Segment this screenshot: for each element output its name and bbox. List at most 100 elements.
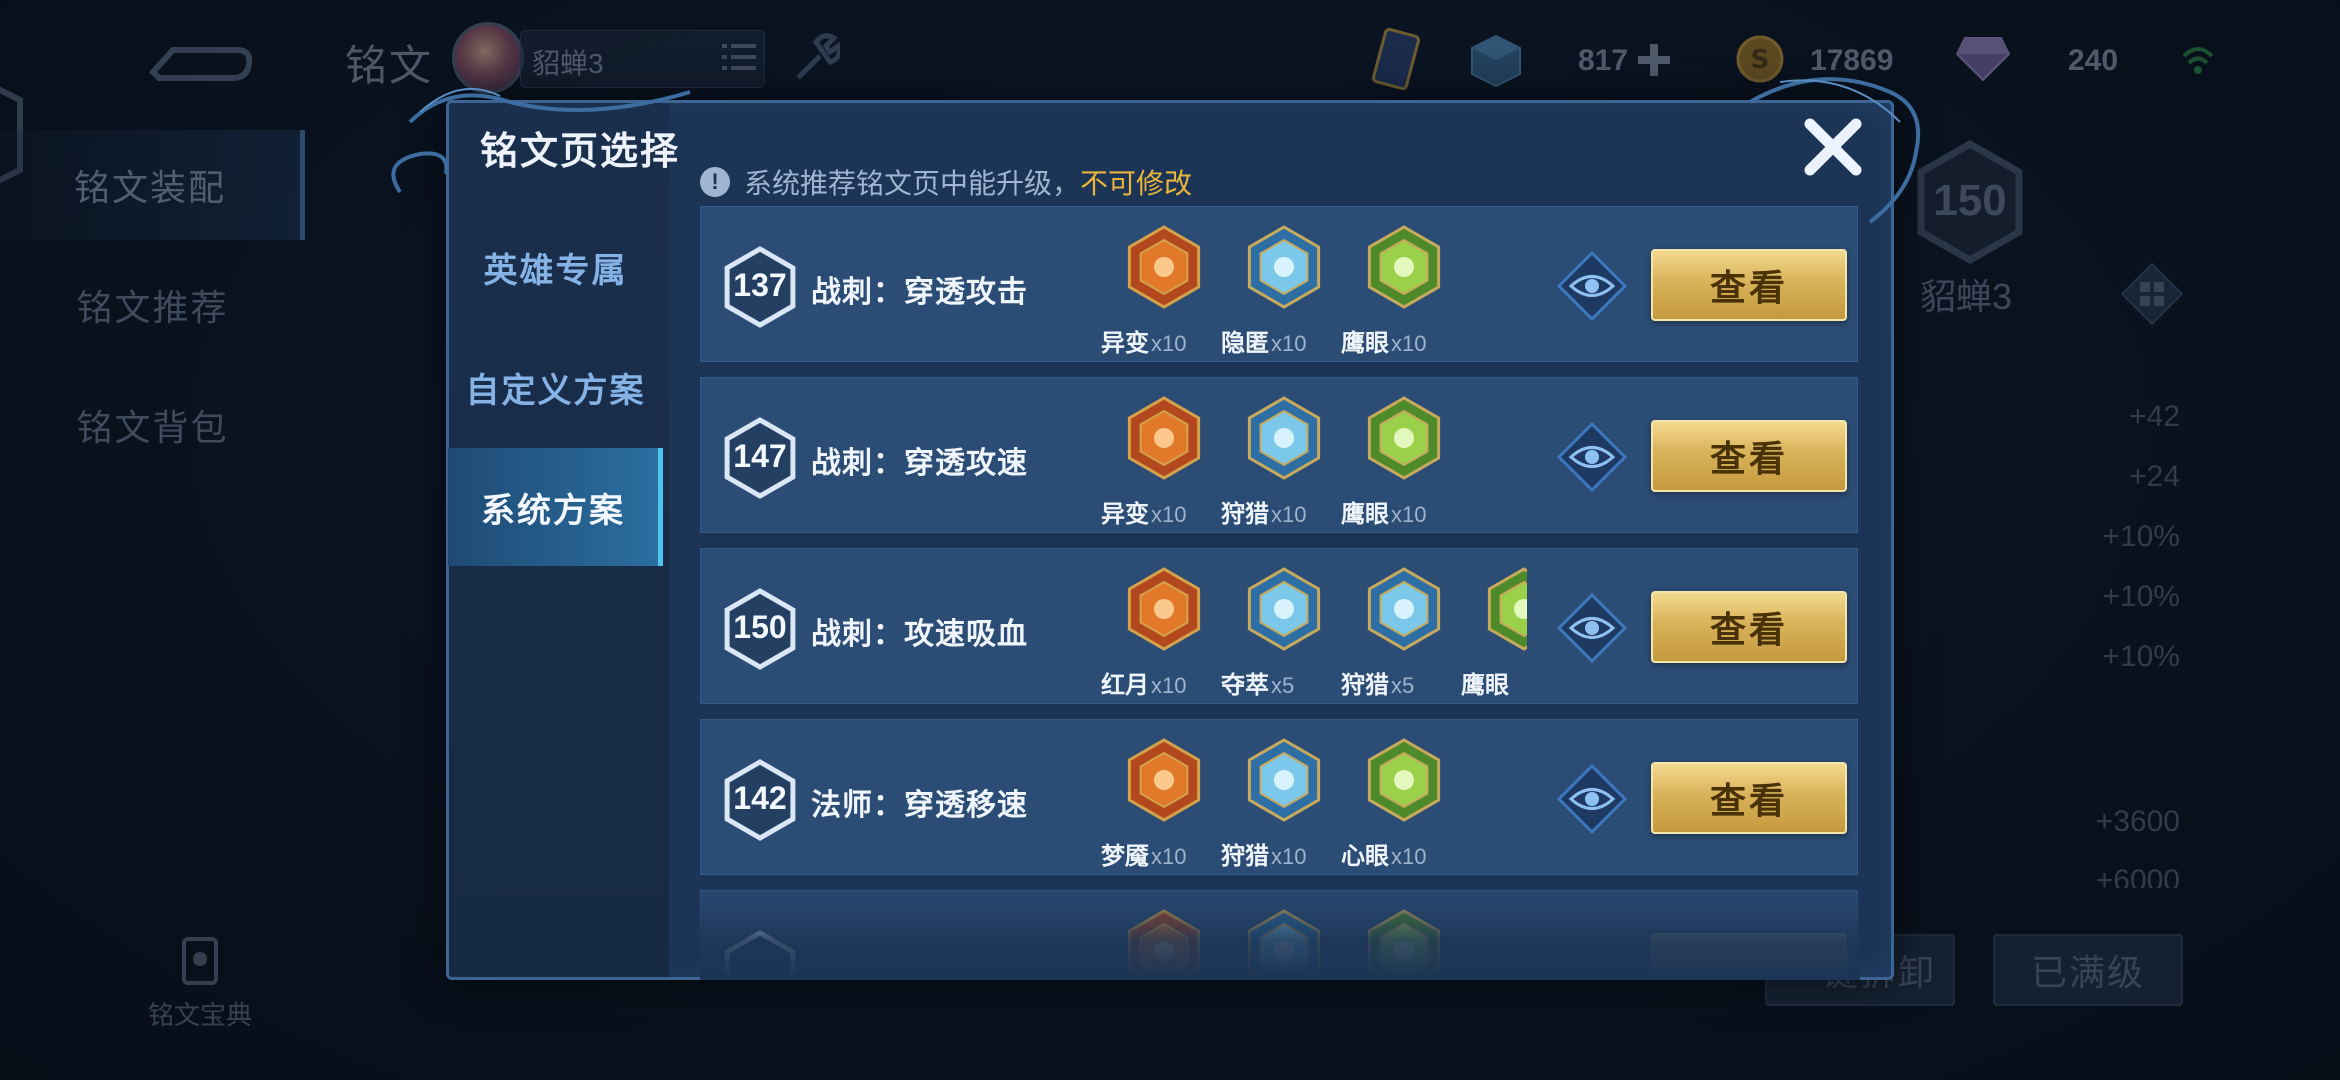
rune-slot <box>1221 901 1341 974</box>
rune-name: 狩猎 <box>1221 501 1269 528</box>
cube-icon <box>1471 34 1521 88</box>
list-icon[interactable] <box>722 42 756 72</box>
rune-count: x10 <box>1271 502 1307 527</box>
codex-button[interactable]: 铭文宝典 <box>135 935 265 1032</box>
notice-warning: 不可修改 <box>1080 168 1193 199</box>
back-icon[interactable] <box>145 28 255 88</box>
rune-label: 狩猎x5 <box>1341 665 1471 700</box>
codex-label: 铭文宝典 <box>147 1000 252 1030</box>
hero-avatar[interactable] <box>452 22 524 94</box>
rune-label: 异变x10 <box>1101 323 1231 358</box>
rune-name: 异变 <box>1101 501 1149 528</box>
page-name: 战刺：穿透攻速 <box>811 447 1028 480</box>
rune-name: 心眼 <box>1341 843 1389 870</box>
rune-page-row[interactable]: 147 战刺：穿透攻速 异变x10 狩猎x10 鹰眼x10 查看 <box>700 377 1858 533</box>
svg-text:S: S <box>1751 45 1770 75</box>
view-button[interactable] <box>1651 933 1847 974</box>
stat-value: +3600 <box>2095 805 2180 838</box>
rune-slot: 梦魇x10 <box>1101 730 1221 870</box>
coin-icon: S <box>1736 35 1784 83</box>
rune-slot: 鹰眼 <box>1461 559 1527 699</box>
currency-value: 817 <box>1578 44 1629 77</box>
sidebar-item-recommend[interactable]: 铭文推荐 <box>0 250 305 360</box>
tab-custom-plan[interactable]: 自定义方案 <box>448 328 663 446</box>
close-icon[interactable] <box>1798 112 1868 182</box>
page-level: 150 <box>733 609 787 645</box>
rune-count: x10 <box>1391 844 1427 869</box>
rune-count: x5 <box>1391 673 1415 698</box>
view-button[interactable]: 查看 <box>1651 249 1847 321</box>
rune-name: 狩猎 <box>1221 843 1269 870</box>
rune-label: 异变x10 <box>1101 494 1231 529</box>
page-title: 铭文 <box>345 42 434 89</box>
rune-count: x5 <box>1271 673 1295 698</box>
page-level: 137 <box>733 267 787 303</box>
info-icon: ! <box>700 167 730 197</box>
view-button[interactable]: 查看 <box>1651 762 1847 834</box>
rune-slot: 隐匿x10 <box>1221 217 1341 357</box>
total-level: 150 <box>1933 176 2007 225</box>
rune-label: 狩猎x10 <box>1221 494 1351 529</box>
wrench-icon[interactable] <box>790 30 840 86</box>
modal-title: 铭文页选择 <box>480 131 681 173</box>
rune-blue-icon <box>1247 738 1321 822</box>
sidebar-item-equip[interactable]: 铭文装配 <box>0 130 305 240</box>
rune-red-icon <box>1127 567 1201 651</box>
ticket-icon[interactable] <box>1365 26 1427 94</box>
stat-value: +42 <box>2129 400 2180 433</box>
page-name: 法师：穿透移速 <box>811 789 1028 822</box>
rune-name: 夺萃 <box>1221 672 1269 699</box>
rune-red-icon <box>1127 738 1201 822</box>
rune-name: 隐匿 <box>1221 330 1269 357</box>
rune-name: 鹰眼 <box>1461 672 1509 699</box>
page-level: 142 <box>733 780 787 816</box>
rune-slot: 鹰眼x10 <box>1341 388 1461 528</box>
wifi-icon <box>2182 47 2214 74</box>
stat-value: +6000 <box>2095 864 2180 888</box>
rune-name: 鹰眼 <box>1341 330 1389 357</box>
view-button[interactable]: 查看 <box>1651 420 1847 492</box>
rune-slot <box>1341 901 1461 974</box>
rune-page-row[interactable]: 142 法师：穿透移速 梦魇x10 狩猎x10 心眼x10 查看 <box>700 719 1858 875</box>
rune-blue-icon <box>1247 225 1321 309</box>
eye-icon[interactable] <box>1557 251 1627 321</box>
max-level-button[interactable]: 已满级 <box>1993 934 2183 1006</box>
stat-value: +10% <box>2102 640 2180 673</box>
rune-label: 隐匿x10 <box>1221 323 1351 358</box>
rune-count: x10 <box>1391 502 1427 527</box>
rune-slot: 狩猎x5 <box>1341 559 1461 699</box>
rune-page-row[interactable]: 150 战刺：攻速吸血 红月x10 夺萃x5 狩猎x5 鹰眼 查看 <box>700 548 1858 704</box>
rune-blue-icon <box>1247 567 1321 651</box>
rune-slot: 红月x10 <box>1101 559 1221 699</box>
rune-slot: 夺萃x5 <box>1221 559 1341 699</box>
sidebar-item-bag[interactable]: 铭文背包 <box>0 370 305 480</box>
rune-page-list[interactable]: 137 战刺：穿透攻击 异变x10 隐匿x10 鹰眼x10 查看 147 战刺：穿透攻速 异变x… <box>700 206 1860 974</box>
rune-red-icon <box>1127 909 1201 974</box>
rune-name: 异变 <box>1101 330 1149 357</box>
level-hex-icon <box>724 930 796 974</box>
rune-page-row[interactable]: 137 战刺：穿透攻击 异变x10 隐匿x10 鹰眼x10 查看 <box>700 206 1858 362</box>
hero-name-right: 貂蝉3 <box>1920 276 2013 317</box>
notice-text: 系统推荐铭文页中能升级， <box>744 168 1081 199</box>
rune-label: 鹰眼x10 <box>1341 323 1471 358</box>
tab-hero-exclusive[interactable]: 英雄专属 <box>448 208 663 326</box>
rune-slot <box>1101 901 1221 974</box>
rune-label: 鹰眼 <box>1461 665 1527 699</box>
view-button[interactable]: 查看 <box>1651 591 1847 663</box>
eye-icon[interactable] <box>1557 764 1627 834</box>
hero-name: 貂蝉3 <box>532 48 604 79</box>
plus-icon[interactable] <box>1636 42 1672 78</box>
tab-system-plan[interactable]: 系统方案 <box>448 448 663 566</box>
rune-page-row[interactable] <box>700 890 1858 974</box>
rune-count: x10 <box>1151 331 1187 356</box>
eye-icon[interactable] <box>1557 422 1627 492</box>
page-level: 147 <box>733 438 787 474</box>
page-name: 战刺：穿透攻击 <box>811 276 1028 309</box>
eye-icon[interactable] <box>1557 593 1627 663</box>
rune-red-icon <box>1127 396 1201 480</box>
rune-count: x10 <box>1151 673 1187 698</box>
rune-green-icon <box>1367 909 1441 974</box>
rune-blue-icon <box>1367 567 1441 651</box>
page-name: 战刺：攻速吸血 <box>811 618 1028 651</box>
grid-icon[interactable] <box>2120 262 2184 326</box>
